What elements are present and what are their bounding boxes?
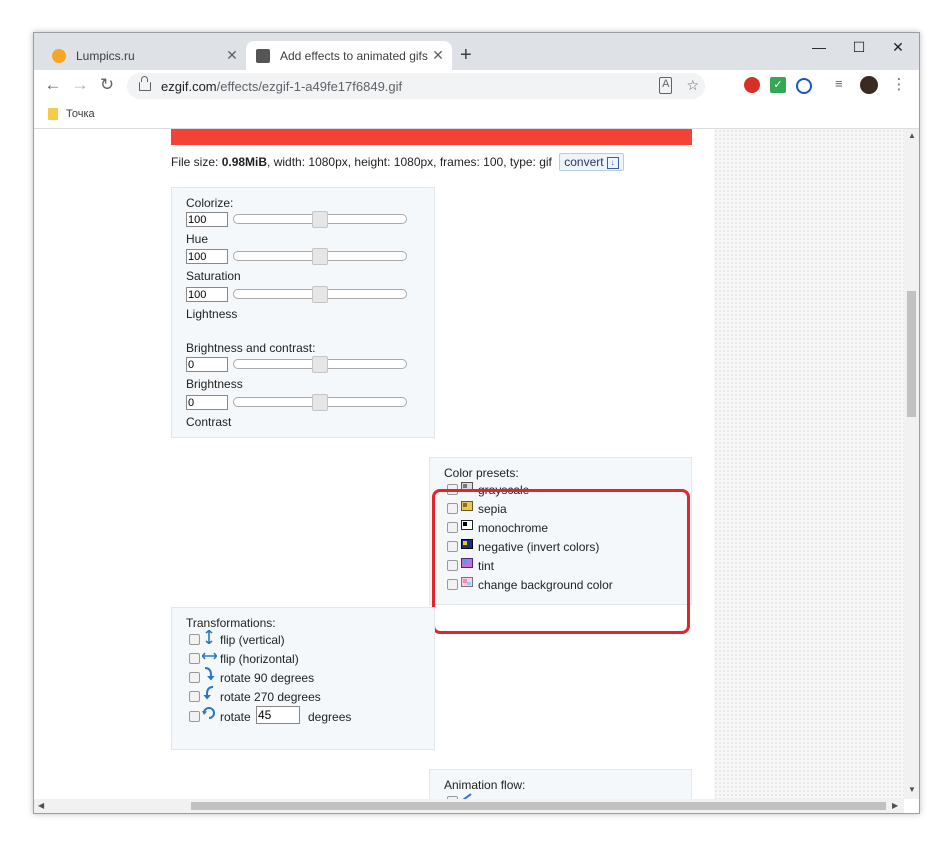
lumpics-favicon-icon	[52, 48, 66, 63]
rotate-90-icon	[204, 667, 215, 681]
horizontal-scroll-thumb[interactable]	[191, 802, 886, 810]
flip-vertical-icon	[205, 630, 213, 644]
color-presets-title: Color presets:	[444, 466, 519, 480]
rotate-90-checkbox[interactable]	[189, 672, 200, 683]
animation-flow-panel: Animation flow:	[429, 769, 692, 799]
highlight-frame	[432, 489, 690, 634]
scroll-right-icon[interactable]: ▶	[892, 801, 898, 810]
extension-check-icon[interactable]: ✓	[770, 77, 786, 93]
tab-lumpics[interactable]: Lumpics.ru ✕	[42, 41, 246, 70]
flip-horizontal-label[interactable]: flip (horizontal)	[220, 652, 299, 666]
scroll-left-icon[interactable]: ◀	[38, 801, 44, 810]
animation-flow-title: Animation flow:	[444, 778, 526, 792]
brightness-input[interactable]	[186, 357, 228, 372]
reload-button[interactable]: ↻	[96, 75, 118, 95]
hue-label: Hue	[186, 232, 209, 246]
rotate-degrees-input[interactable]	[256, 706, 300, 724]
colorize-title: Colorize:	[186, 196, 234, 210]
flip-horizontal-icon	[202, 652, 217, 660]
flip-vertical-label[interactable]: flip (vertical)	[220, 633, 285, 647]
browser-window: Lumpics.ru ✕ Add effects to animated gif…	[33, 32, 920, 814]
brightness-slider[interactable]	[233, 356, 407, 373]
right-sidebar	[714, 129, 904, 799]
media-control-icon[interactable]: ≡	[835, 76, 851, 92]
forward-button[interactable]: →	[69, 75, 91, 95]
omnibox-actions: A ☆	[659, 77, 699, 94]
saturation-slider-thumb[interactable]	[312, 248, 328, 265]
minimize-button[interactable]: —	[808, 39, 830, 55]
folder-icon	[48, 108, 58, 120]
extension-globe-icon[interactable]	[796, 78, 812, 94]
tab-ezgif[interactable]: Add effects to animated gifs - gif ✕	[246, 41, 452, 70]
file-size: 0.98MiB	[221, 155, 268, 169]
rotate-custom-label[interactable]: rotate	[220, 710, 251, 724]
saturation-slider[interactable]	[233, 248, 407, 265]
back-button[interactable]: ←	[42, 75, 64, 95]
file-info: File size: 0.98MiB, width: 1080px, heigh…	[171, 153, 624, 171]
rotate-270-checkbox[interactable]	[189, 691, 200, 702]
flip-vertical-checkbox[interactable]	[189, 634, 200, 645]
rotate-custom-icon	[202, 707, 215, 719]
lock-icon	[139, 75, 151, 91]
scroll-up-icon[interactable]: ▲	[908, 131, 916, 140]
animation-flow-icon	[462, 793, 472, 799]
contrast-input[interactable]	[186, 395, 228, 410]
close-tab-icon[interactable]: ✕	[430, 47, 446, 64]
close-window-button[interactable]: ✕	[887, 39, 909, 56]
brightness-label: Brightness	[186, 377, 243, 391]
translate-icon[interactable]: A	[659, 77, 673, 94]
horizontal-scrollbar[interactable]: ◀ ▶	[34, 799, 904, 813]
address-bar[interactable]: ezgif.com/effects/ezgif-1-a49fe17f6849.g…	[127, 73, 705, 99]
convert-label: convert	[564, 155, 604, 169]
rotate-custom-checkbox[interactable]	[189, 711, 200, 722]
hue-input[interactable]	[186, 212, 228, 227]
url-host: ezgif.com	[161, 78, 217, 94]
saturation-label: Saturation	[186, 269, 241, 283]
image-preview-bottom	[171, 129, 692, 145]
bookmarks-bar: Точка	[34, 102, 919, 129]
maximize-button[interactable]: ☐	[848, 39, 870, 56]
bookmark-tochka[interactable]: Точка	[66, 108, 95, 120]
brightness-contrast-title: Brightness and contrast:	[186, 341, 316, 355]
close-tab-icon[interactable]: ✕	[224, 47, 240, 64]
tab-title: Add effects to animated gifs - gif	[280, 48, 430, 63]
rotate-90-label[interactable]: rotate 90 degrees	[220, 671, 314, 685]
extension-red-icon[interactable]	[744, 77, 760, 93]
bookmark-star-icon[interactable]: ☆	[686, 77, 699, 94]
lightness-label: Lightness	[186, 307, 238, 321]
vertical-scroll-thumb[interactable]	[907, 291, 916, 417]
file-info-prefix: File size:	[171, 155, 222, 169]
tab-title: Lumpics.ru	[76, 48, 135, 63]
lightness-slider-thumb[interactable]	[312, 286, 328, 303]
contrast-slider[interactable]	[233, 394, 407, 411]
rotate-unit-label: degrees	[308, 710, 352, 724]
rotate-270-label[interactable]: rotate 270 degrees	[220, 690, 321, 704]
contrast-label: Contrast	[186, 415, 232, 429]
download-arrow-icon: ↓	[606, 156, 619, 169]
profile-avatar[interactable]	[860, 76, 878, 94]
transformations-title: Transformations:	[186, 616, 276, 630]
url-path: /effects/ezgif-1-a49fe17f6849.gif	[216, 78, 403, 94]
page-content: File size: 0.98MiB, width: 1080px, heigh…	[34, 129, 904, 799]
ezgif-favicon-icon	[256, 48, 270, 63]
hue-slider[interactable]	[233, 211, 407, 228]
rotate-270-icon	[203, 686, 214, 700]
saturation-input[interactable]	[186, 249, 228, 264]
lightness-input[interactable]	[186, 287, 228, 302]
brightness-slider-thumb[interactable]	[312, 356, 328, 373]
file-info-details: , width: 1080px, height: 1080px, frames:…	[267, 155, 552, 169]
hue-slider-thumb[interactable]	[312, 211, 328, 228]
convert-button[interactable]: convert ↓	[559, 153, 624, 171]
lightness-slider[interactable]	[233, 286, 407, 303]
browser-toolbar: ← → ↻ ezgif.com/effects/ezgif-1-a49fe17f…	[34, 70, 919, 102]
menu-kebab-icon[interactable]: ⋮	[891, 75, 907, 93]
colorize-panel: Colorize: Hue Saturation Lightness Brigh…	[171, 187, 435, 438]
transformations-panel: Transformations: flip (vertical) flip (h…	[171, 607, 435, 750]
contrast-slider-thumb[interactable]	[312, 394, 328, 411]
new-tab-button[interactable]: +	[460, 44, 472, 67]
scroll-down-icon[interactable]: ▼	[908, 785, 916, 794]
flip-horizontal-checkbox[interactable]	[189, 653, 200, 664]
vertical-scrollbar[interactable]: ▲ ▼	[904, 129, 919, 799]
tab-strip: Lumpics.ru ✕ Add effects to animated gif…	[34, 33, 919, 70]
